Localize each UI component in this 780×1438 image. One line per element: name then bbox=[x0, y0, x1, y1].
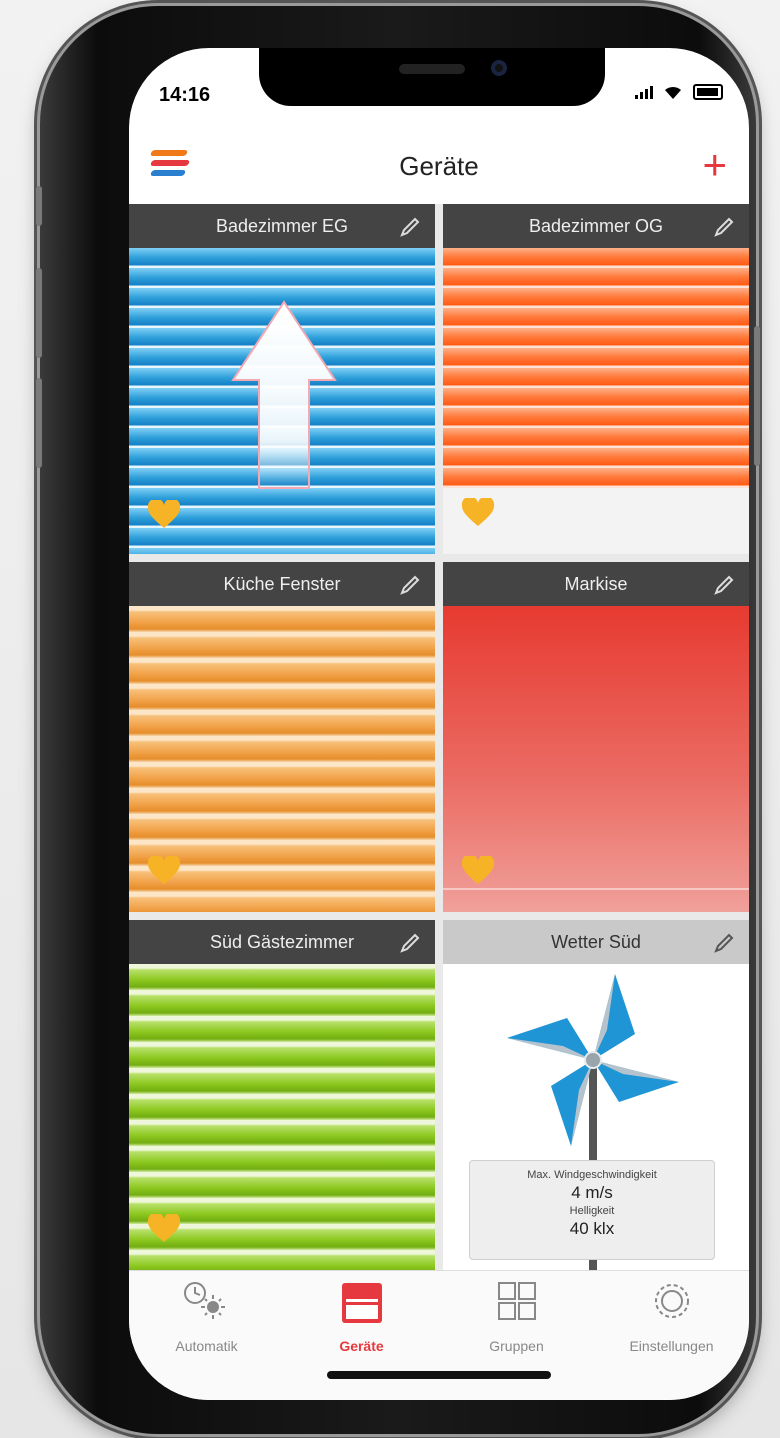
arrow-up-icon bbox=[231, 300, 337, 489]
battery-icon bbox=[693, 84, 723, 100]
device-name: Küche Fenster bbox=[223, 573, 341, 594]
device-name: Wetter Süd bbox=[551, 931, 641, 952]
tab-label: Automatik bbox=[175, 1338, 238, 1354]
device-tile-header: Markise bbox=[443, 562, 749, 606]
wind-value: 4 m/s bbox=[571, 1183, 613, 1202]
speaker bbox=[399, 64, 465, 74]
device-name: Badezimmer EG bbox=[215, 215, 349, 236]
gear-icon bbox=[654, 1284, 689, 1318]
device-tile-wetter-sued[interactable]: Wetter Süd Max. Windgeschwindigkeit 4 m/… bbox=[443, 920, 749, 1270]
blind-visual bbox=[129, 248, 435, 554]
pencil-icon[interactable] bbox=[713, 216, 735, 238]
grid-icon bbox=[497, 1282, 536, 1320]
app-header: Geräte + bbox=[129, 128, 749, 204]
device-tile-sued-gaestezimmer[interactable]: Süd Gästezimmer bbox=[129, 920, 435, 1270]
pencil-icon[interactable] bbox=[399, 932, 421, 954]
device-tile-header: Küche Fenster bbox=[129, 562, 435, 606]
device-name: Markise bbox=[564, 573, 628, 594]
phone-frame: 14:16 Geräte + Badezimmer EG Badezimmer … bbox=[36, 6, 760, 1434]
tab-label: Geräte bbox=[339, 1338, 384, 1354]
brightness-label: Helligkeit bbox=[569, 1205, 615, 1217]
tab-gruppen[interactable]: Gruppen bbox=[439, 1277, 594, 1354]
hamburger-stripes-icon[interactable] bbox=[149, 150, 195, 184]
wifi-icon bbox=[665, 86, 681, 99]
pencil-icon[interactable] bbox=[713, 932, 735, 954]
power-button bbox=[754, 326, 760, 466]
tab-automatik[interactable]: Automatik bbox=[129, 1277, 284, 1354]
pencil-icon[interactable] bbox=[399, 574, 421, 596]
volume-down-button bbox=[36, 378, 42, 468]
device-tile-header: Wetter Süd bbox=[443, 920, 749, 964]
tab-bar: Automatik Geräte Gruppen Einstellungen bbox=[129, 1270, 749, 1400]
camera bbox=[491, 60, 507, 76]
device-tile-badezimmer-eg[interactable]: Badezimmer EG bbox=[129, 204, 435, 554]
weather-info-box: Max. Windgeschwindigkeit 4 m/s Helligkei… bbox=[469, 1160, 715, 1260]
device-name: Süd Gästezimmer bbox=[209, 931, 355, 952]
device-grid: Badezimmer EG Badezimmer OG Küche Fenste… bbox=[129, 204, 749, 1270]
app-screen: 14:16 Geräte + Badezimmer EG Badezimmer … bbox=[129, 48, 749, 1400]
device-tile-header: Badezimmer EG bbox=[129, 204, 435, 248]
shutter-visual bbox=[129, 606, 435, 912]
device-tile-markise[interactable]: Markise bbox=[443, 562, 749, 912]
heart-icon[interactable] bbox=[147, 500, 181, 530]
shutter-visual bbox=[129, 964, 435, 1270]
device-icon bbox=[341, 1283, 382, 1323]
status-time: 14:16 bbox=[159, 84, 211, 106]
brightness-value: 40 klx bbox=[569, 1219, 615, 1238]
wind-label: Max. Windgeschwindigkeit bbox=[527, 1169, 657, 1181]
tab-label: Einstellungen bbox=[629, 1338, 714, 1354]
device-tile-kueche-fenster[interactable]: Küche Fenster bbox=[129, 562, 435, 912]
tab-label: Gruppen bbox=[489, 1338, 544, 1354]
device-name: Badezimmer OG bbox=[528, 215, 664, 236]
status-icons bbox=[635, 84, 723, 100]
heart-icon[interactable] bbox=[461, 856, 495, 886]
device-tile-header: Süd Gästezimmer bbox=[129, 920, 435, 964]
pencil-icon[interactable] bbox=[399, 216, 421, 238]
heart-icon[interactable] bbox=[147, 856, 181, 886]
clock-sun-icon bbox=[183, 1282, 225, 1319]
heart-icon[interactable] bbox=[147, 1214, 181, 1244]
add-device-button[interactable]: + bbox=[702, 144, 727, 186]
device-tile-badezimmer-og[interactable]: Badezimmer OG bbox=[443, 204, 749, 554]
home-indicator[interactable] bbox=[327, 1371, 551, 1379]
weather-visual: Max. Windgeschwindigkeit 4 m/s Helligkei… bbox=[443, 964, 749, 1270]
heart-icon[interactable] bbox=[461, 498, 495, 528]
volume-up-button bbox=[36, 268, 42, 358]
tab-geraete[interactable]: Geräte bbox=[284, 1277, 439, 1354]
tab-einstellungen[interactable]: Einstellungen bbox=[594, 1277, 749, 1354]
blind-visual bbox=[443, 248, 749, 554]
notch bbox=[259, 48, 605, 106]
pencil-icon[interactable] bbox=[713, 574, 735, 596]
page-title: Geräte bbox=[399, 150, 479, 181]
mute-switch bbox=[36, 186, 42, 226]
awning-visual bbox=[443, 606, 749, 912]
device-tile-header: Badezimmer OG bbox=[443, 204, 749, 248]
signal-icon bbox=[635, 85, 653, 99]
